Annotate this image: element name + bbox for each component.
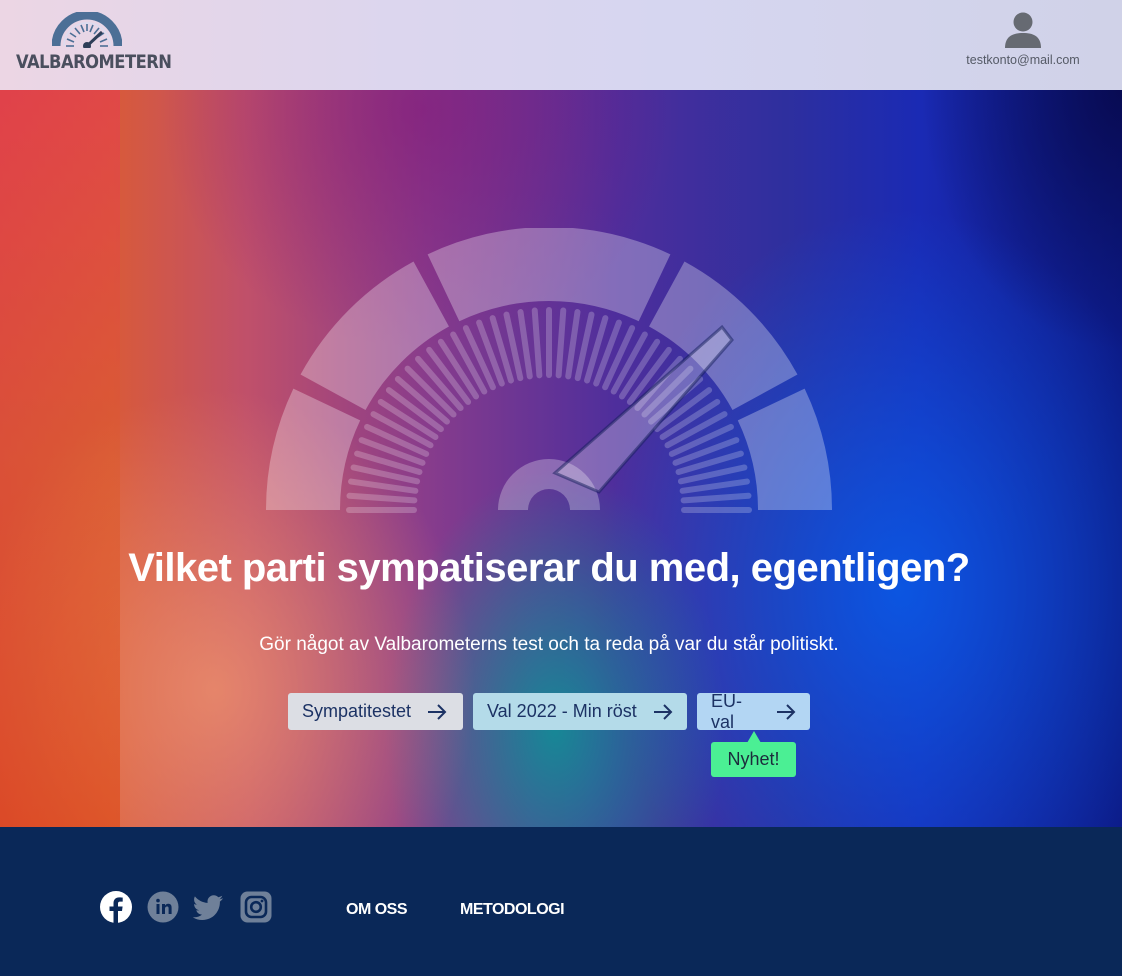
user-account[interactable]: testkonto@mail.com bbox=[962, 12, 1084, 72]
button-label: Sympatitestet bbox=[302, 701, 412, 721]
logo-text: VALBAROMETERN bbox=[16, 51, 172, 73]
instagram-icon[interactable] bbox=[240, 891, 272, 923]
eu-val-button[interactable]: EU-val bbox=[697, 690, 810, 732]
arrow-right-icon bbox=[427, 703, 447, 720]
hero-section: Vilket parti sympatiserar du med, egentl… bbox=[0, 90, 1122, 827]
footer-link-metodologi[interactable]: METODOLOGI bbox=[460, 901, 565, 919]
hero-gradient-top-right bbox=[902, 90, 1122, 410]
arrow-right-icon bbox=[653, 703, 673, 720]
logo[interactable]: VALBAROMETERN bbox=[16, 12, 172, 76]
hero-gradient-left bbox=[0, 90, 120, 827]
sympatitestet-button[interactable]: Sympatitestet bbox=[288, 693, 463, 730]
gauge-logo-icon bbox=[52, 12, 122, 48]
new-badge: Nyhet! bbox=[711, 742, 796, 777]
site-footer: OM OSS METODOLOGI bbox=[0, 827, 1122, 976]
facebook-icon[interactable] bbox=[100, 891, 132, 923]
user-icon bbox=[1005, 12, 1041, 48]
speedometer-icon bbox=[266, 228, 832, 513]
arrow-right-icon bbox=[776, 703, 796, 720]
button-label: Val 2022 - Min röst bbox=[487, 701, 637, 721]
footer-link-om-oss[interactable]: OM OSS bbox=[346, 901, 408, 919]
hero-title: Vilket parti sympatiserar du med, egentl… bbox=[128, 546, 970, 590]
linkedin-icon[interactable] bbox=[147, 891, 179, 923]
hero-subtitle: Gör något av Valbarometerns test och ta … bbox=[259, 634, 839, 655]
twitter-icon[interactable] bbox=[192, 891, 224, 923]
user-email: testkonto@mail.com bbox=[966, 53, 1080, 67]
val-2022-button[interactable]: Val 2022 - Min röst bbox=[473, 693, 687, 730]
button-label: EU-val bbox=[711, 690, 742, 732]
site-header: VALBAROMETERN testkonto@mail.com bbox=[0, 0, 1122, 90]
